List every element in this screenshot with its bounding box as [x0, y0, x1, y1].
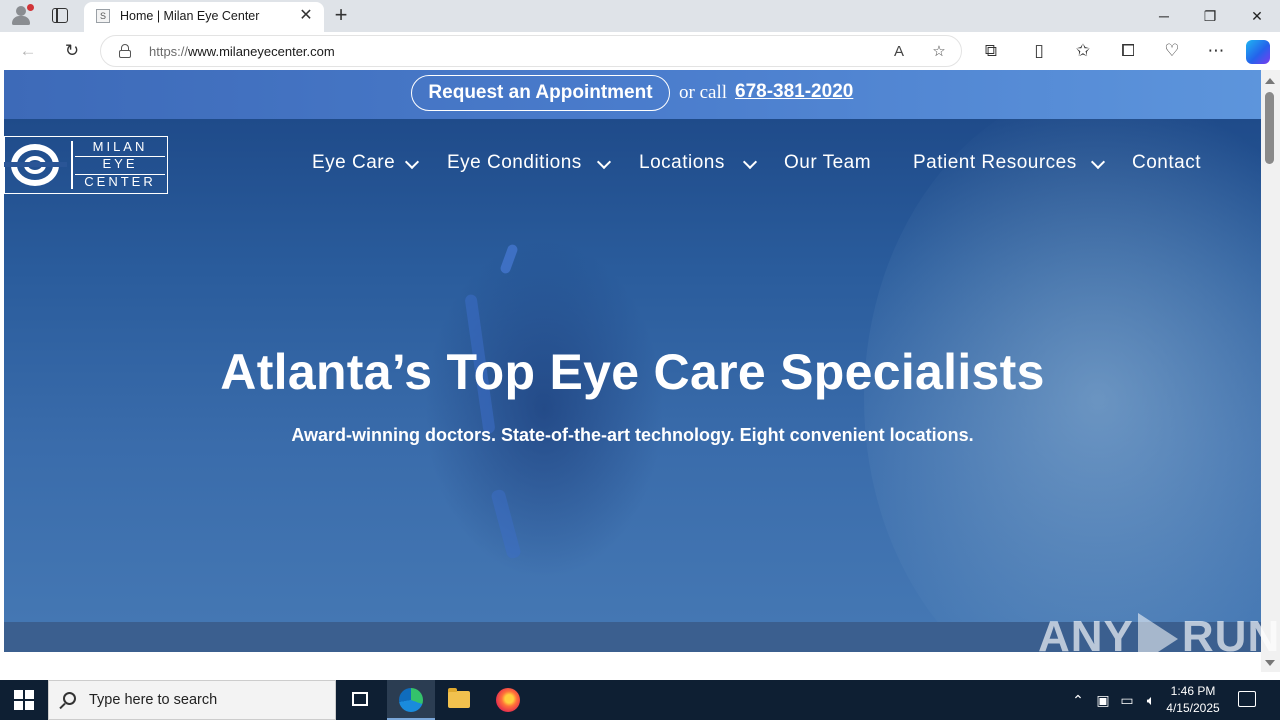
refresh-icon[interactable]: ↻ — [58, 37, 86, 65]
windows-start-icon[interactable] — [14, 690, 34, 710]
firefox-icon — [496, 688, 520, 712]
lock-icon[interactable] — [119, 44, 131, 58]
task-view-icon — [352, 692, 368, 706]
nav-locations[interactable]: Locations — [639, 152, 725, 174]
anyrun-watermark: ANY RUN — [1038, 612, 1280, 666]
page-scrollbar[interactable] — [1261, 70, 1280, 672]
show-hidden-icons[interactable]: ⌃ — [1068, 680, 1088, 720]
minimize-button[interactable]: ─ — [1141, 0, 1187, 32]
close-tab-icon[interactable]: ✕ — [296, 6, 316, 26]
chevron-down-icon[interactable] — [742, 154, 758, 170]
or-call-text: or call — [679, 82, 728, 103]
taskbar-clock[interactable]: 1:46 PM 4/15/2025 — [1160, 683, 1226, 717]
address-bar[interactable]: https://www.milaneyecenter.com A ☆ — [100, 35, 962, 67]
folder-icon — [448, 688, 470, 708]
task-view-button[interactable] — [336, 680, 384, 720]
nav-our-team[interactable]: Our Team — [784, 152, 871, 174]
taskbar-firefox[interactable] — [484, 680, 532, 720]
nav-patient-resources[interactable]: Patient Resources — [913, 152, 1077, 174]
back-icon[interactable]: ← — [14, 37, 42, 65]
edge-icon — [399, 688, 423, 712]
notifications-icon[interactable] — [1238, 691, 1256, 707]
favicon-icon: S — [96, 9, 110, 23]
chevron-down-icon[interactable] — [404, 154, 420, 170]
scroll-up-icon[interactable] — [1265, 78, 1275, 84]
request-appointment-button[interactable]: Request an Appointment — [411, 75, 670, 111]
search-icon — [63, 692, 76, 705]
extensions-icon[interactable]: ⧉ — [977, 37, 1005, 65]
taskbar-search-box[interactable]: Type here to search — [48, 680, 336, 720]
more-menu-icon[interactable]: ⋯ — [1202, 37, 1230, 65]
hero-subtitle: Award-winning doctors. State-of-the-art … — [291, 425, 974, 445]
taskbar-edge[interactable] — [387, 680, 435, 720]
browser-essentials-icon[interactable]: ♡ — [1158, 37, 1186, 65]
clock-time: 1:46 PM — [1170, 684, 1216, 698]
clock-date: 4/15/2025 — [1166, 701, 1220, 715]
favorite-star-icon[interactable]: ☆ — [927, 40, 951, 64]
new-tab-button[interactable]: + — [330, 4, 352, 26]
network-icon[interactable]: ▭ — [1116, 680, 1138, 720]
search-placeholder: Type here to search — [89, 692, 218, 708]
browser-titlebar: S Home | Milan Eye Center ✕ + ─ ❐ ✕ — [0, 0, 1280, 32]
split-screen-icon[interactable]: ▯ — [1025, 37, 1053, 65]
taskbar: Type here to search ⌃ ▣ ▭ 🔈︎ 1:46 PM 4/1… — [0, 680, 1280, 720]
appointment-bar: Request an Appointment or call 678-381-2… — [4, 70, 1261, 119]
collections-icon[interactable]: ⧠ — [1114, 37, 1142, 65]
volume-icon[interactable]: 🔈︎ — [1140, 680, 1162, 720]
scrollbar-thumb[interactable] — [1265, 92, 1274, 164]
browser-tab-active[interactable]: S Home | Milan Eye Center ✕ — [84, 2, 324, 32]
profile-icon[interactable] — [8, 4, 34, 28]
url-text[interactable]: https://www.milaneyecenter.com — [149, 44, 335, 59]
close-window-button[interactable]: ✕ — [1234, 0, 1280, 32]
tab-actions-icon[interactable] — [52, 8, 68, 23]
phone-link[interactable]: 678-381-2020 — [735, 81, 853, 103]
browser-toolbar: ← ↻ https://www.milaneyecenter.com A ☆ ⧉… — [0, 32, 1280, 70]
restore-button[interactable]: ❐ — [1187, 0, 1233, 32]
chevron-down-icon[interactable] — [1090, 154, 1106, 170]
page-viewport: Request an Appointment or call 678-381-2… — [4, 70, 1261, 652]
nav-eye-conditions[interactable]: Eye Conditions — [447, 152, 582, 174]
copilot-icon[interactable] — [1246, 40, 1270, 64]
meet-now-icon[interactable]: ▣ — [1093, 680, 1113, 720]
favorites-icon[interactable]: ✩ — [1069, 37, 1097, 65]
main-nav: Eye Care Eye Conditions Locations Our Te… — [4, 152, 1261, 182]
read-aloud-icon[interactable]: A — [887, 40, 911, 64]
hero-title: Atlanta’s Top Eye Care Specialists — [220, 344, 1045, 400]
play-logo-icon — [1137, 613, 1178, 666]
taskbar-file-explorer[interactable] — [435, 680, 483, 720]
chevron-down-icon[interactable] — [596, 154, 612, 170]
nav-contact[interactable]: Contact — [1132, 152, 1201, 174]
tab-title: Home | Milan Eye Center — [120, 9, 260, 23]
nav-eye-care[interactable]: Eye Care — [312, 152, 395, 174]
